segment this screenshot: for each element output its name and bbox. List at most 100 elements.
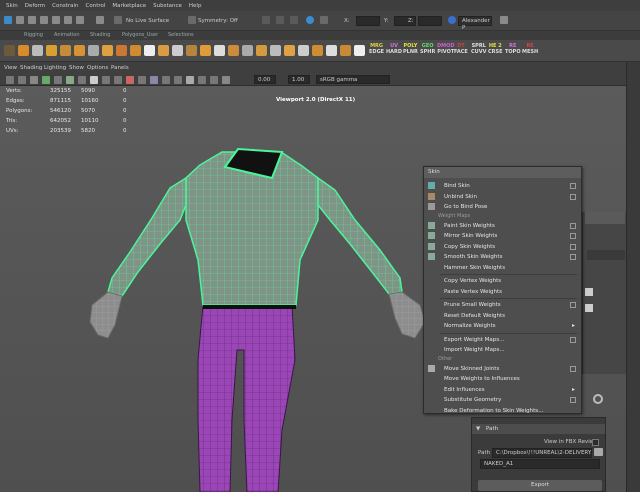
- option-box-icon[interactable]: [570, 254, 576, 260]
- panel-menu-shading[interactable]: Shading: [20, 65, 42, 71]
- snap-grid-icon[interactable]: [16, 16, 24, 24]
- shelf-tool-icon[interactable]: [186, 45, 197, 56]
- live-surface-icon[interactable]: [114, 16, 122, 24]
- snap-surface-icon[interactable]: [64, 16, 72, 24]
- shelf-tool-icon[interactable]: [60, 45, 71, 56]
- shelf-tool-icon[interactable]: [284, 45, 295, 56]
- user-account-dropdown[interactable]: Alexander P: [458, 16, 492, 31]
- symmetry-icon[interactable]: [188, 16, 196, 24]
- shelf-script-button[interactable]: DMOD PIVOT: [437, 43, 455, 55]
- shelf-tool-icon[interactable]: [214, 45, 225, 56]
- fbx-review-checkbox[interactable]: [592, 439, 599, 446]
- panel-toolbar-icon[interactable]: [114, 76, 122, 84]
- panel-toolbar-icon[interactable]: [162, 76, 170, 84]
- right-dock-edge[interactable]: [626, 62, 640, 492]
- shelf-tool-icon[interactable]: [340, 45, 351, 56]
- option-box-icon[interactable]: [570, 183, 576, 189]
- workspace-icon[interactable]: [500, 16, 508, 24]
- panel-toolbar-icon[interactable]: [6, 76, 14, 84]
- shelf-tool-icon[interactable]: [270, 45, 281, 56]
- option-box-icon[interactable]: [570, 193, 576, 200]
- panel-toolbar-icon[interactable]: [18, 76, 26, 84]
- panel-toolbar-icon[interactable]: [174, 76, 182, 84]
- snap-point-icon[interactable]: [40, 16, 48, 24]
- shelf-tool-icon[interactable]: [4, 45, 15, 56]
- menu-constrain[interactable]: Constrain: [52, 3, 78, 9]
- path-field[interactable]: C:\Dropbox\!!!UNREAL\2-DELIVERY...: [492, 448, 592, 458]
- skin-menu-title[interactable]: Skin: [424, 167, 581, 178]
- snap-curve-icon[interactable]: [28, 16, 36, 24]
- menu-item[interactable]: Smooth Skin Weights: [424, 252, 581, 262]
- shelf-tool-icon[interactable]: [256, 45, 267, 56]
- menu-control[interactable]: Control: [86, 3, 106, 9]
- panel-menu-lighting[interactable]: Lighting: [44, 65, 66, 71]
- shelf-script-button[interactable]: RE MESH: [522, 43, 538, 55]
- option-box-icon[interactable]: [570, 336, 576, 343]
- shelf-tool-icon[interactable]: [326, 45, 337, 56]
- panel-menu-panels[interactable]: Panels: [111, 65, 129, 71]
- shelf-tool-icon[interactable]: [18, 45, 29, 56]
- gamma-field[interactable]: 1.00: [288, 75, 310, 84]
- menu-item[interactable]: Import Weight Maps...: [424, 345, 581, 355]
- menu-item[interactable]: Copy Vertex Weights: [424, 276, 581, 286]
- checkbox-icon[interactable]: [585, 304, 593, 312]
- option-box-icon[interactable]: [570, 397, 576, 403]
- menu-item[interactable]: Mirror Skin Weights: [424, 231, 581, 241]
- shelf-tool-icon[interactable]: [32, 45, 43, 56]
- export-button[interactable]: Export: [478, 480, 602, 491]
- menu-item[interactable]: Unbind Skin: [424, 192, 581, 202]
- collapse-arrow-icon[interactable]: ▼: [476, 426, 480, 432]
- option-box-icon[interactable]: [570, 302, 576, 308]
- shelf-script-button[interactable]: RE TOPO: [505, 43, 521, 55]
- shelf-tool-icon[interactable]: [200, 45, 211, 56]
- shelf-tool-icon[interactable]: [228, 45, 239, 56]
- panel-tab[interactable]: [585, 212, 625, 224]
- panel-toolbar-icon[interactable]: [42, 76, 50, 84]
- panel-toolbar-icon[interactable]: [210, 76, 218, 84]
- menu-item[interactable]: Bake Deformation to Skin Weights...: [424, 406, 581, 416]
- menu-substance[interactable]: Substance: [153, 3, 182, 9]
- menu-item[interactable]: Move Skinned Joints: [424, 364, 581, 374]
- panel-toolbar-icon[interactable]: [54, 76, 62, 84]
- menu-item[interactable]: Paint Skin Weights: [424, 221, 581, 231]
- shelf-tool-icon[interactable]: [130, 45, 141, 56]
- shelf-tab-polygons-user[interactable]: Polygons_User: [122, 32, 158, 38]
- shelf-script-button[interactable]: DT FACE: [454, 43, 468, 55]
- shelf-script-button[interactable]: GEO SPHR: [420, 43, 435, 55]
- snap-view-icon[interactable]: [52, 16, 60, 24]
- menu-item[interactable]: Move Weights to Influences: [424, 374, 581, 384]
- pause-icon[interactable]: [320, 16, 328, 24]
- menu-item[interactable]: Normalize Weights ▸: [424, 321, 581, 331]
- ipr-render-icon[interactable]: [276, 16, 284, 24]
- menu-skin[interactable]: Skin: [6, 3, 18, 9]
- shelf-tool-icon[interactable]: [102, 45, 113, 56]
- menu-item[interactable]: Prune Small Weights: [424, 300, 581, 310]
- x-coord-field[interactable]: [356, 16, 380, 26]
- option-box-icon[interactable]: [570, 222, 576, 229]
- menu-item[interactable]: Edit Influences ▸: [424, 385, 581, 395]
- exposure-field[interactable]: 0.00: [254, 75, 276, 84]
- select-mode-icon[interactable]: [4, 16, 12, 24]
- shelf-tab-shading[interactable]: Shading: [90, 32, 110, 38]
- panel-toolbar-icon[interactable]: [126, 76, 134, 84]
- shelf-tool-icon[interactable]: [74, 45, 85, 56]
- shelf-tool-icon[interactable]: [242, 45, 253, 56]
- panel-toolbar-icon[interactable]: [102, 76, 110, 84]
- menu-item[interactable]: Paste Vertex Weights: [424, 287, 581, 297]
- menu-item[interactable]: Hammer Skin Weights: [424, 263, 581, 273]
- gear-icon[interactable]: [593, 394, 603, 404]
- shelf-tab-animation[interactable]: Animation: [54, 32, 80, 38]
- shelf-tab-rigging[interactable]: Rigging: [24, 32, 43, 38]
- live-surface-label[interactable]: No Live Surface: [126, 18, 169, 24]
- panel-toolbar-icon[interactable]: [198, 76, 206, 84]
- shelf-tool-icon[interactable]: [144, 45, 155, 56]
- panel-field[interactable]: [587, 250, 625, 260]
- shelf-script-button[interactable]: SPRL CUVV: [471, 43, 486, 55]
- menu-item[interactable]: Go to Bind Pose: [424, 202, 581, 212]
- symmetry-label[interactable]: Symmetry: Off: [198, 18, 238, 24]
- user-avatar-icon[interactable]: [448, 16, 456, 24]
- panel-toolbar-icon[interactable]: [186, 76, 194, 84]
- shelf-tab-selections[interactable]: Selections: [168, 32, 194, 38]
- option-box-icon[interactable]: [570, 243, 576, 250]
- history-icon[interactable]: [96, 16, 104, 24]
